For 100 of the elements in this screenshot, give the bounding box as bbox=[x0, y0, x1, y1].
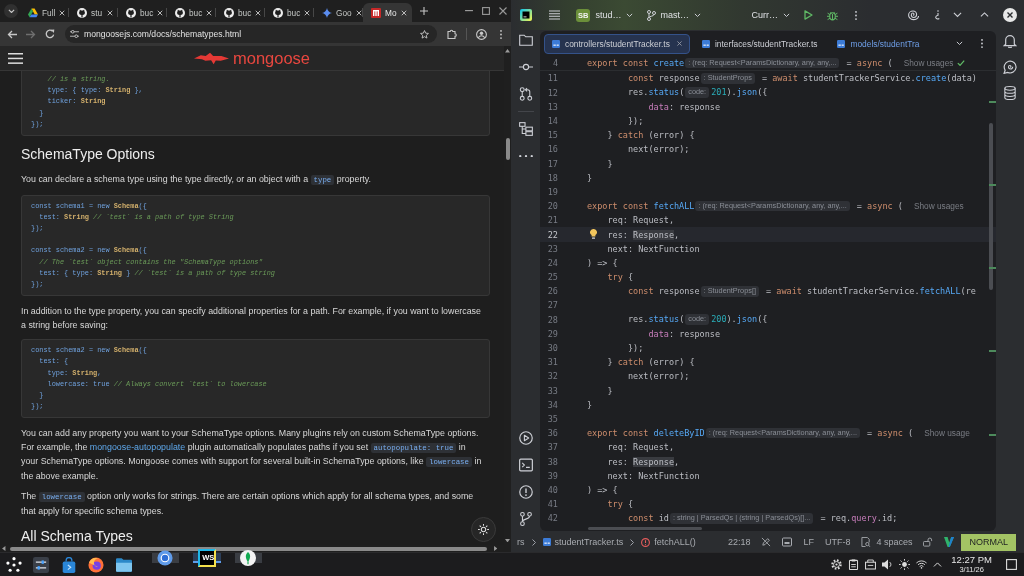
problems-icon[interactable] bbox=[518, 485, 533, 499]
breadcrumb[interactable]: fetchALL() bbox=[641, 537, 696, 547]
bulb-icon[interactable] bbox=[590, 229, 597, 240]
clipboard-icon[interactable] bbox=[848, 559, 860, 570]
taskbar-app-button[interactable] bbox=[234, 553, 262, 563]
editor-tab[interactable]: controllers/studentTracker.ts bbox=[544, 33, 690, 54]
puzzle-icon[interactable] bbox=[447, 29, 457, 39]
show-usages-link[interactable]: Show usage bbox=[924, 428, 970, 439]
chat-spiral-icon[interactable] bbox=[1003, 60, 1017, 74]
tab-search-button[interactable] bbox=[4, 4, 18, 18]
browser-tab[interactable]: buc bbox=[216, 3, 265, 22]
close-icon[interactable] bbox=[255, 9, 262, 16]
close-icon[interactable] bbox=[157, 9, 164, 16]
scrollbar-thumb[interactable] bbox=[588, 527, 702, 530]
scroll-up-icon[interactable] bbox=[505, 49, 510, 53]
database-icon[interactable] bbox=[1003, 86, 1017, 100]
code-line: ) => { bbox=[587, 484, 618, 495]
bell-icon[interactable] bbox=[1003, 34, 1017, 48]
document-icon[interactable] bbox=[782, 537, 793, 547]
clock-time[interactable]: 12:27 PM bbox=[951, 555, 992, 565]
tune-icon[interactable] bbox=[70, 30, 79, 38]
run-icon[interactable] bbox=[804, 10, 813, 20]
change-marker bbox=[989, 267, 996, 269]
profile-icon[interactable] bbox=[476, 28, 487, 40]
caret-position[interactable]: 22:18 bbox=[727, 537, 751, 547]
brightness-icon[interactable] bbox=[899, 559, 911, 570]
show-usages-link[interactable]: Show usages bbox=[913, 201, 964, 212]
show-usages-link[interactable]: Show usages bbox=[903, 58, 954, 69]
close-icon[interactable] bbox=[1003, 8, 1017, 22]
close-icon[interactable] bbox=[304, 9, 311, 16]
scroll-down-icon[interactable] bbox=[505, 538, 510, 542]
indent-setting[interactable]: 4 spaces bbox=[861, 537, 913, 547]
close-icon[interactable] bbox=[107, 9, 113, 16]
address-field[interactable]: mongoosejs.com/docs/schematypes.html bbox=[65, 25, 437, 43]
minimize-icon[interactable] bbox=[465, 10, 473, 12]
run-icon[interactable] bbox=[518, 431, 533, 445]
pencil-off-icon[interactable] bbox=[761, 537, 772, 547]
bug-icon[interactable] bbox=[827, 9, 838, 21]
spiral-icon[interactable] bbox=[907, 9, 919, 21]
app-logo-icon[interactable] bbox=[520, 9, 532, 21]
breadcrumb[interactable]: studentTracker.ts bbox=[542, 537, 624, 547]
check-icon[interactable] bbox=[956, 60, 965, 67]
back-icon[interactable] bbox=[7, 29, 17, 39]
wifi-icon[interactable] bbox=[916, 559, 928, 570]
volume-icon[interactable] bbox=[882, 559, 894, 570]
lock-icon[interactable] bbox=[923, 537, 934, 547]
line-separator[interactable]: LF bbox=[803, 537, 814, 547]
browser-tab[interactable]: Full bbox=[20, 3, 69, 22]
plugin-link[interactable]: mongoose-autopopulate bbox=[89, 441, 186, 452]
menu-icon[interactable] bbox=[8, 52, 23, 64]
structure-icon[interactable] bbox=[518, 122, 533, 136]
more-icon[interactable] bbox=[518, 155, 533, 158]
git-branch-icon[interactable] bbox=[518, 512, 533, 526]
close-icon[interactable] bbox=[401, 9, 407, 16]
editor-tab[interactable]: models/studentTra bbox=[829, 33, 928, 54]
browser-tab[interactable]: Mo bbox=[363, 3, 412, 22]
branch-button[interactable]: mast… bbox=[647, 5, 701, 25]
browser-tab[interactable]: Goo bbox=[314, 3, 363, 22]
taskbar-app-button[interactable] bbox=[151, 553, 179, 563]
scrollbar-thumb[interactable] bbox=[9, 546, 487, 551]
chevron-down-icon[interactable] bbox=[953, 12, 962, 18]
inverted-question-icon[interactable] bbox=[935, 10, 940, 20]
pull-request-icon[interactable] bbox=[518, 87, 533, 101]
menu-icon[interactable] bbox=[549, 10, 560, 20]
gear-icon[interactable] bbox=[831, 559, 843, 570]
launcher-icon bbox=[5, 556, 22, 573]
close-icon[interactable] bbox=[355, 9, 362, 16]
editor-tab[interactable]: interfaces/studentTracker.ts bbox=[693, 33, 826, 54]
show-desktop-icon[interactable] bbox=[1006, 559, 1017, 570]
browser-tab[interactable]: buc bbox=[265, 3, 314, 22]
plus-icon[interactable] bbox=[420, 7, 428, 15]
logo-link[interactable]: mongoose bbox=[193, 49, 311, 67]
chevron-right-icon bbox=[630, 538, 635, 546]
chevron-down-icon[interactable] bbox=[956, 41, 963, 46]
maximize-icon[interactable] bbox=[482, 7, 490, 15]
close-icon[interactable] bbox=[206, 9, 213, 16]
v-shape-logo-icon[interactable] bbox=[944, 537, 955, 547]
browser-tab[interactable]: buc bbox=[118, 3, 167, 22]
reload-icon[interactable] bbox=[45, 29, 55, 39]
file-encoding[interactable]: UTF-8 bbox=[824, 537, 851, 547]
scroll-right-icon[interactable] bbox=[493, 546, 497, 551]
scrollbar-thumb[interactable] bbox=[989, 123, 993, 291]
terminal-icon[interactable] bbox=[518, 458, 533, 472]
forward-icon[interactable] bbox=[26, 29, 36, 39]
browser-tab[interactable]: buc bbox=[167, 3, 216, 22]
breadcrumb[interactable]: rs bbox=[517, 537, 525, 547]
chevron-up-icon[interactable] bbox=[980, 12, 989, 18]
run-configuration-button[interactable]: Curr… bbox=[751, 5, 790, 25]
vim-mode-indicator[interactable]: NORMAL bbox=[961, 533, 1016, 551]
close-icon[interactable] bbox=[59, 9, 66, 16]
briefcase-icon[interactable] bbox=[865, 559, 877, 570]
cat-logo-icon bbox=[273, 7, 283, 18]
caret-up-icon[interactable] bbox=[933, 561, 943, 568]
folder-icon[interactable] bbox=[518, 33, 533, 47]
scrollbar-thumb[interactable] bbox=[505, 137, 510, 160]
star-icon[interactable] bbox=[420, 29, 429, 39]
browser-tab[interactable]: stu bbox=[69, 3, 118, 22]
close-icon[interactable] bbox=[499, 7, 507, 15]
code-line: next(error); bbox=[627, 144, 690, 155]
scroll-left-icon[interactable] bbox=[2, 546, 6, 551]
